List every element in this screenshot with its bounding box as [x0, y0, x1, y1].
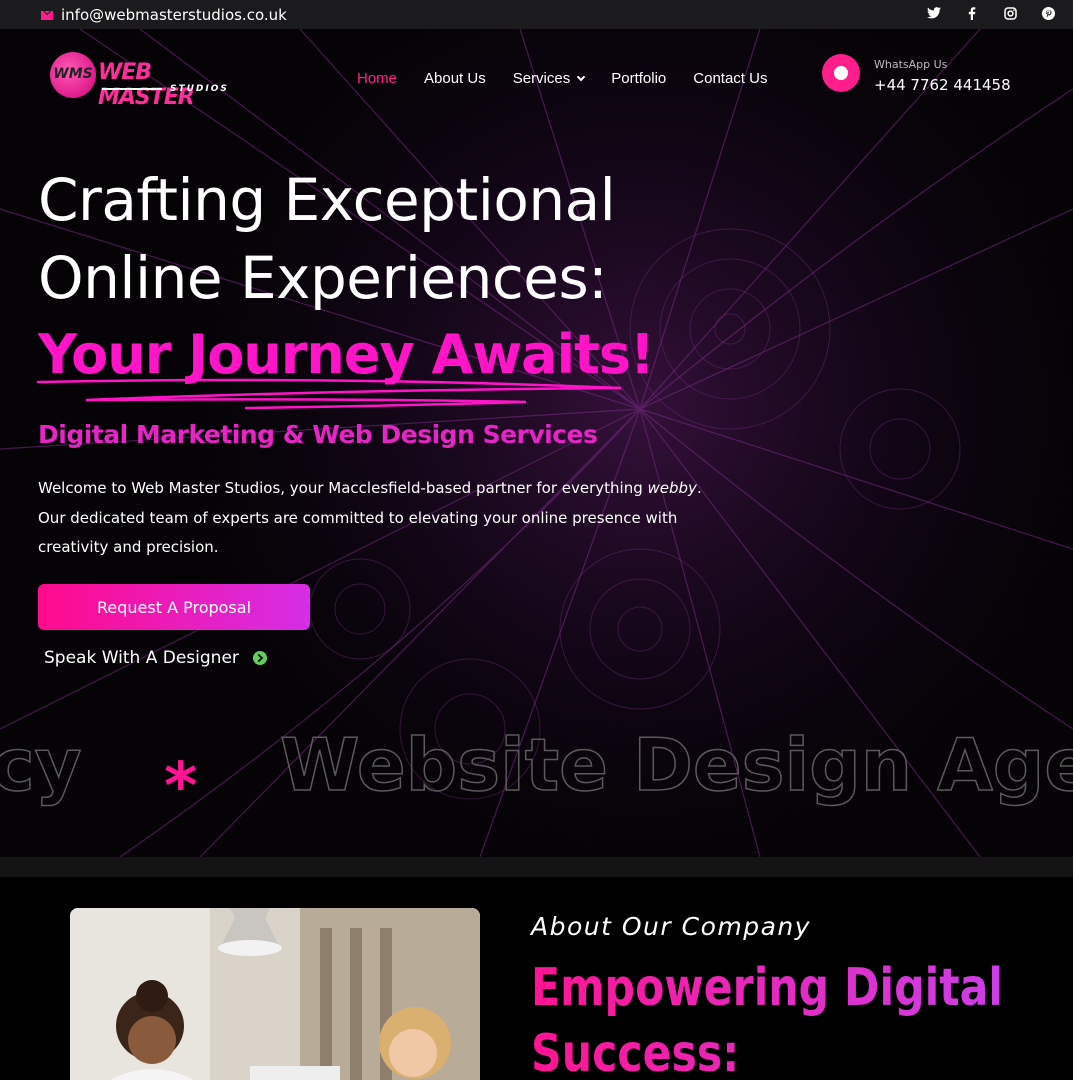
- about-title-line2: Success:: [531, 1024, 740, 1080]
- arrow-right-circle-icon: [252, 651, 267, 665]
- whatsapp-icon[interactable]: [822, 54, 860, 92]
- marquee-banner: cy * Website Design Agen: [0, 718, 1073, 828]
- marquee-text-right: Website Design Agen: [280, 723, 1073, 807]
- mail-icon: [41, 10, 53, 20]
- about-photo: [70, 908, 480, 1080]
- nav-about-us[interactable]: About Us: [424, 70, 486, 87]
- whatsapp-label: WhatsApp Us: [874, 58, 948, 71]
- logo-badge: WMS: [50, 52, 96, 98]
- about-title: Empowering Digital Success:: [531, 955, 1003, 1080]
- email-link[interactable]: info@webmasterstudios.co.uk: [41, 6, 287, 24]
- instagram-icon[interactable]: [1003, 7, 1017, 24]
- hero-title-line1: Crafting Exceptional: [38, 166, 616, 234]
- email-text[interactable]: info@webmasterstudios.co.uk: [61, 6, 287, 24]
- section-divider: [0, 857, 1073, 877]
- hero-subtitle: Digital Marketing & Web Design Services: [38, 420, 598, 449]
- speak-with-designer-link[interactable]: Speak With A Designer: [44, 648, 267, 668]
- request-proposal-button[interactable]: Request A Proposal: [38, 584, 310, 630]
- speak-with-designer-label: Speak With A Designer: [44, 648, 239, 668]
- pinterest-icon[interactable]: [1041, 7, 1055, 24]
- hero-title-line2: Online Experiences:: [38, 244, 608, 312]
- whatsapp-phone[interactable]: +44 7762 441458: [874, 76, 1011, 94]
- main-nav: Home About Us Services Portfolio Contact…: [357, 70, 767, 87]
- facebook-icon[interactable]: [965, 7, 979, 24]
- top-bar: info@webmasterstudios.co.uk: [0, 0, 1073, 29]
- underline-scribble: [36, 378, 622, 410]
- marquee-separator: *: [164, 750, 197, 824]
- about-title-line1: Empowering Digital: [531, 958, 1003, 1018]
- marquee-text-left: cy: [0, 723, 82, 807]
- nav-home[interactable]: Home: [357, 70, 397, 87]
- logo-subtitle: STUDIOS: [170, 84, 229, 94]
- nav-contact-us[interactable]: Contact Us: [693, 70, 767, 87]
- logo-underline: [102, 88, 162, 90]
- hero-paragraph: Welcome to Web Master Studios, your Macc…: [38, 479, 702, 556]
- social-links: [927, 7, 1055, 24]
- about-kicker: About Our Company: [531, 912, 812, 941]
- nav-services[interactable]: Services: [512, 70, 586, 87]
- site-logo[interactable]: WMS WEB MASTER STUDIOS: [42, 40, 232, 110]
- chevron-down-icon: [577, 72, 586, 82]
- nav-services-label: Services: [512, 70, 571, 87]
- twitter-icon[interactable]: [927, 7, 941, 24]
- nav-portfolio[interactable]: Portfolio: [611, 70, 666, 87]
